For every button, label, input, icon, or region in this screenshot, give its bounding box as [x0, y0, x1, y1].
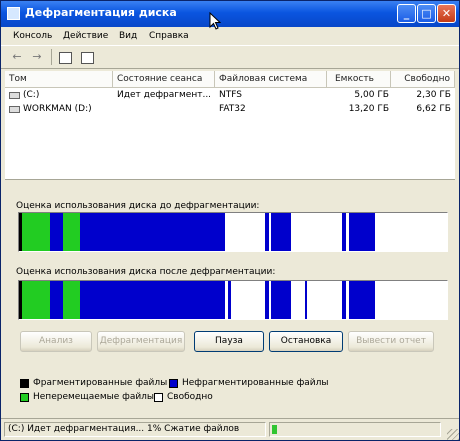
column-header-filesystem[interactable]: Файловая система [215, 71, 327, 88]
before-defrag-display [18, 212, 448, 252]
contiguous-segment [305, 281, 307, 319]
volume-name: (C:) [23, 90, 40, 100]
hard-disk-icon [9, 106, 20, 113]
close-button[interactable]: ✕ [437, 4, 456, 23]
volume-filesystem: FAT32 [219, 104, 246, 114]
resize-grip[interactable] [447, 429, 459, 440]
legend-unmovable-label: Неперемещаемые файлы [33, 392, 155, 402]
contiguous-segment [50, 281, 63, 319]
contiguous-segment [265, 281, 269, 319]
minimize-button[interactable]: _ [397, 4, 416, 23]
maximize-button[interactable]: □ [417, 4, 436, 23]
progress-pane [269, 422, 441, 437]
menu-bar: Консоль Действие Вид Справка [1, 27, 459, 46]
mouse-cursor-icon [209, 12, 221, 30]
unmovable-segment [22, 281, 50, 319]
before-defrag-label: Оценка использования диска до дефрагмент… [16, 201, 260, 211]
legend-contiguous-label: Нефрагментированные файлы [182, 378, 329, 388]
column-header-volume[interactable]: Том [5, 71, 113, 88]
show-hide-tree-icon[interactable] [59, 52, 72, 64]
window-title: Дефрагментация диска [25, 6, 177, 19]
stop-button[interactable]: Остановка [269, 331, 343, 352]
defragment-button[interactable]: Дефрагментация [97, 331, 185, 352]
contiguous-segment [342, 281, 346, 319]
forward-arrow-icon[interactable]: → [29, 49, 45, 65]
contiguous-segment [271, 281, 291, 319]
properties-icon[interactable] [81, 52, 94, 64]
menu-action[interactable]: Действие [63, 31, 108, 41]
volume-status: Идет дефрагмент... [117, 90, 212, 100]
menu-help[interactable]: Справка [149, 31, 189, 41]
back-arrow-icon[interactable]: ← [9, 49, 25, 65]
menu-view[interactable]: Вид [119, 31, 137, 41]
status-text: (C:) Идет дефрагментация... 1% Сжатие фа… [4, 422, 266, 437]
analyze-button[interactable]: Анализ [20, 331, 92, 352]
title-bar[interactable]: Дефрагментация диска _ □ ✕ [1, 1, 459, 27]
hard-disk-icon [9, 92, 20, 99]
contiguous-segment [342, 213, 346, 251]
defrag-window: Дефрагментация диска _ □ ✕ Консоль Дейст… [0, 0, 460, 441]
after-defrag-display [18, 280, 448, 320]
contiguous-segment [349, 213, 375, 251]
toolbar: ← → [1, 46, 459, 69]
volume-list: Том Состояние сеанса Файловая система Ем… [5, 71, 455, 180]
toolbar-separator [51, 49, 52, 65]
app-icon [7, 7, 20, 20]
legend-free-label: Свободно [167, 392, 213, 402]
contiguous-segment [80, 281, 225, 319]
unmovable-swatch [20, 393, 29, 402]
column-header-free[interactable]: Свободно [391, 71, 455, 88]
column-header-status[interactable]: Состояние сеанса [113, 71, 215, 88]
pause-button[interactable]: Пауза [194, 331, 264, 352]
volume-capacity: 13,20 ГБ [348, 104, 389, 114]
unmovable-segment [63, 281, 80, 319]
view-report-button[interactable]: Вывести отчет [348, 331, 434, 352]
contiguous-swatch [169, 379, 178, 388]
volume-free: 2,30 ГБ [416, 90, 451, 100]
volume-free: 6,62 ГБ [416, 104, 451, 114]
contiguous-segment [349, 281, 375, 319]
contiguous-segment [271, 213, 291, 251]
contiguous-segment [50, 213, 63, 251]
unmovable-segment [22, 213, 50, 251]
volume-filesystem: NTFS [219, 90, 242, 100]
status-bar: (C:) Идет дефрагментация... 1% Сжатие фа… [1, 418, 459, 440]
volume-name: WORKMAN (D:) [23, 104, 92, 114]
free-swatch [154, 393, 163, 402]
menu-console[interactable]: Консоль [13, 31, 52, 41]
volume-capacity: 5,00 ГБ [354, 90, 389, 100]
fragmented-swatch [20, 379, 29, 388]
progress-fill [272, 425, 277, 434]
legend-fragmented-label: Фрагментированные файлы [33, 378, 168, 388]
contiguous-segment [265, 213, 269, 251]
column-header-capacity[interactable]: Емкость [327, 71, 391, 88]
after-defrag-label: Оценка использования диска после дефрагм… [16, 267, 276, 277]
unmovable-segment [63, 213, 80, 251]
contiguous-segment [80, 213, 225, 251]
contiguous-segment [228, 281, 231, 319]
